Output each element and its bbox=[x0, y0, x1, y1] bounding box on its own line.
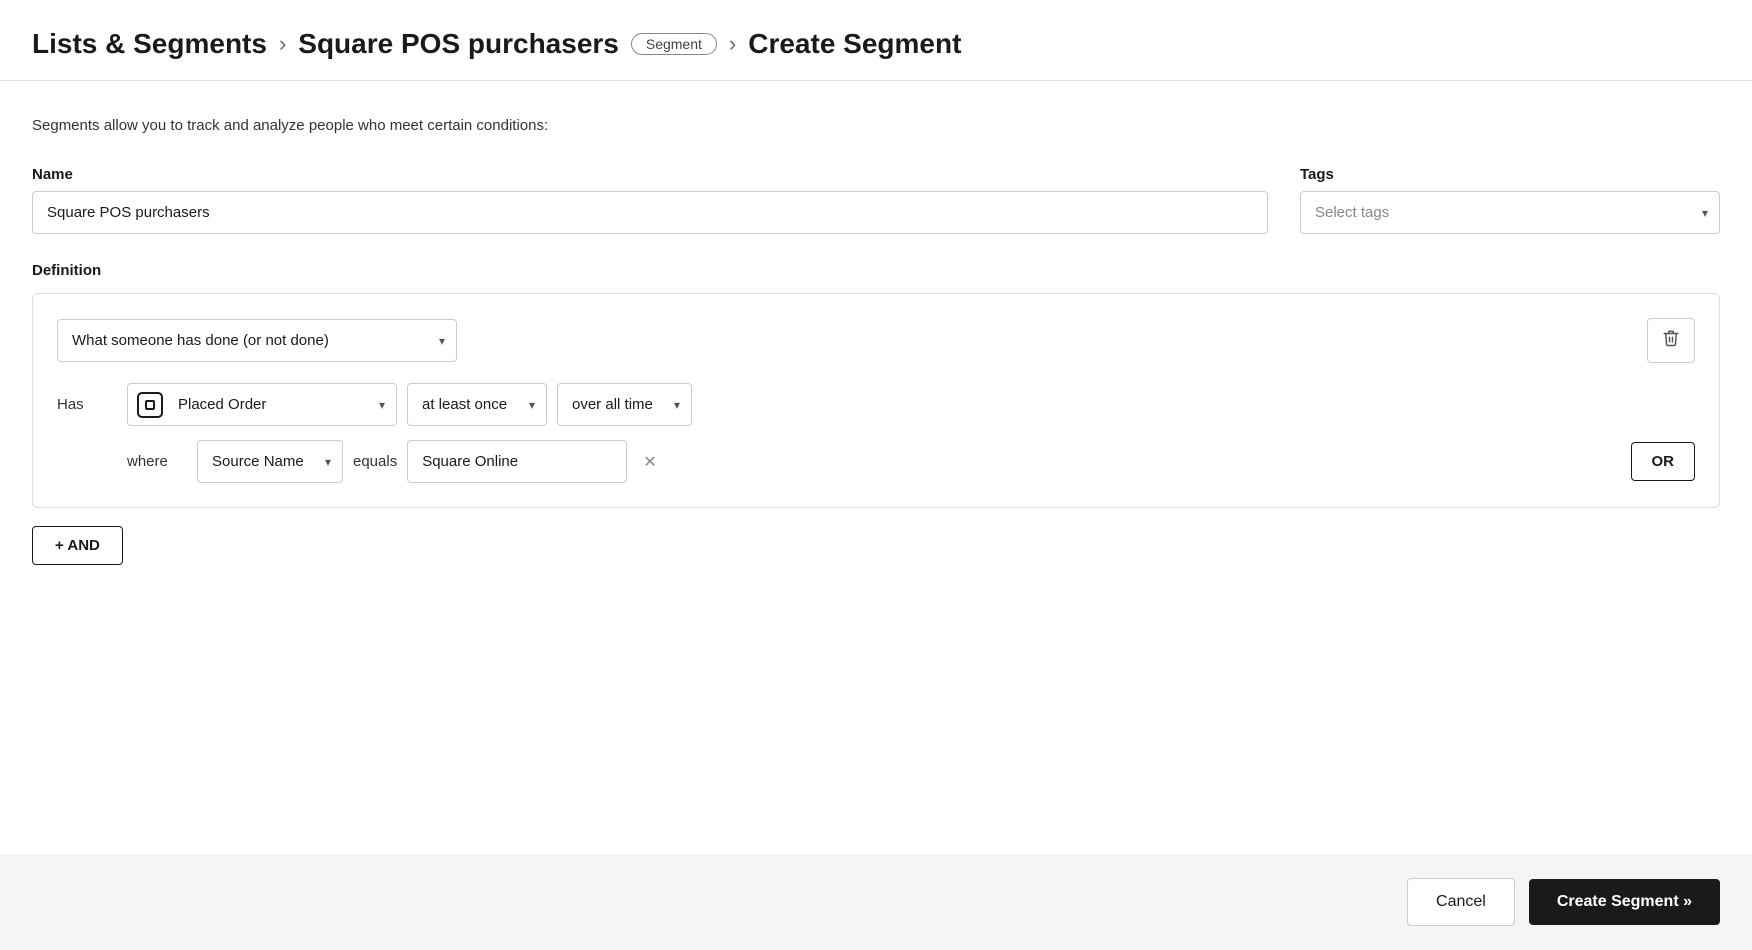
filter-value-input[interactable] bbox=[407, 440, 627, 483]
name-input[interactable] bbox=[32, 191, 1268, 234]
frequency-select[interactable]: at least once bbox=[407, 383, 547, 426]
definition-label: Definition bbox=[32, 262, 1720, 279]
breadcrumb: Lists & Segments › Square POS purchasers… bbox=[32, 28, 1720, 60]
tags-label: Tags bbox=[1300, 166, 1720, 183]
time-select[interactable]: over all time bbox=[557, 383, 692, 426]
definition-box: What someone has done (or not done) ▾ bbox=[32, 293, 1720, 508]
condition-type-select[interactable]: What someone has done (or not done) bbox=[57, 319, 457, 362]
condition-type-row: What someone has done (or not done) ▾ bbox=[57, 318, 1695, 363]
or-button[interactable]: OR bbox=[1631, 442, 1696, 481]
description-text: Segments allow you to track and analyze … bbox=[32, 117, 1720, 134]
where-label: where bbox=[127, 453, 187, 470]
page-wrapper: Lists & Segments › Square POS purchasers… bbox=[0, 0, 1752, 950]
breadcrumb-segment-link[interactable]: Square POS purchasers bbox=[298, 28, 619, 60]
clear-value-button[interactable]: ✕ bbox=[637, 448, 662, 476]
delete-condition-button[interactable] bbox=[1647, 318, 1695, 363]
filter-select-wrapper: Source Name ▾ bbox=[197, 440, 343, 483]
time-select-wrapper: over all time ▾ bbox=[557, 383, 692, 426]
tags-select-wrapper: Select tags ▾ bbox=[1300, 191, 1720, 234]
segment-badge: Segment bbox=[631, 33, 717, 55]
footer: Cancel Create Segment » bbox=[0, 854, 1752, 950]
name-group: Name bbox=[32, 166, 1268, 234]
main-content: Segments allow you to track and analyze … bbox=[0, 81, 1752, 854]
definition-section: Definition What someone has done (or not… bbox=[32, 262, 1720, 565]
has-condition-row: Has Placed Order ▾ bbox=[57, 383, 1695, 426]
placed-order-icon bbox=[137, 392, 163, 418]
and-button[interactable]: + AND bbox=[32, 526, 123, 565]
breadcrumb-sep-1: › bbox=[279, 31, 286, 57]
has-label: Has bbox=[57, 396, 117, 413]
header: Lists & Segments › Square POS purchasers… bbox=[0, 0, 1752, 81]
tags-select[interactable]: Select tags bbox=[1300, 191, 1720, 234]
breadcrumb-lists-link[interactable]: Lists & Segments bbox=[32, 28, 267, 60]
event-select-wrapper: Placed Order ▾ bbox=[127, 383, 397, 426]
page-title: Create Segment bbox=[748, 28, 961, 60]
cancel-button[interactable]: Cancel bbox=[1407, 878, 1515, 926]
delete-icon bbox=[1662, 329, 1680, 352]
event-select[interactable]: Placed Order bbox=[127, 383, 397, 426]
breadcrumb-sep-2: › bbox=[729, 31, 736, 57]
clear-icon: ✕ bbox=[643, 454, 656, 471]
filter-select[interactable]: Source Name bbox=[197, 440, 343, 483]
name-tags-row: Name Tags Select tags ▾ bbox=[32, 166, 1720, 234]
name-tags-section: Name Tags Select tags ▾ bbox=[32, 166, 1720, 234]
where-row: where Source Name ▾ equals ✕ OR bbox=[57, 440, 1695, 483]
equals-label: equals bbox=[353, 453, 397, 470]
frequency-select-wrapper: at least once ▾ bbox=[407, 383, 547, 426]
condition-type-wrapper: What someone has done (or not done) ▾ bbox=[57, 319, 457, 362]
name-label: Name bbox=[32, 166, 1268, 183]
tags-group: Tags Select tags ▾ bbox=[1300, 166, 1720, 234]
create-segment-button[interactable]: Create Segment » bbox=[1529, 879, 1720, 925]
